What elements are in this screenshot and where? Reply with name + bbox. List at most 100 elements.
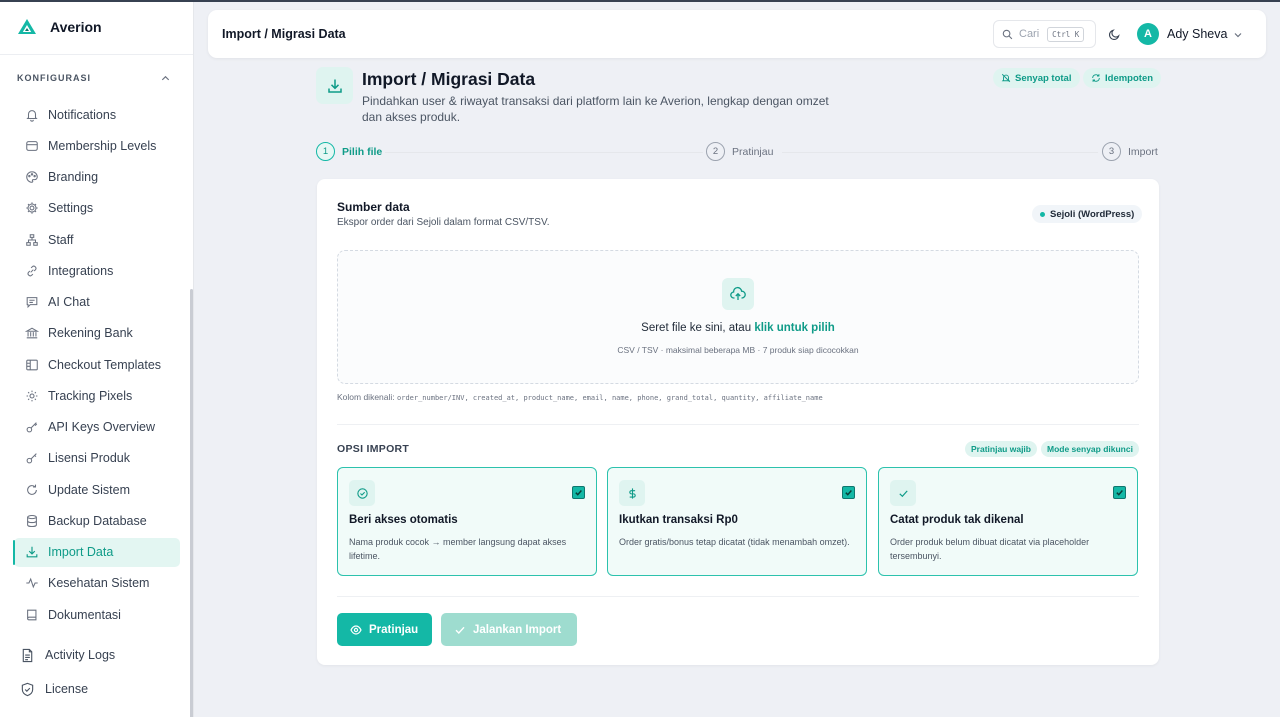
sidebar-item-ai-chat[interactable]: AI Chat: [14, 288, 180, 317]
option-icon-box: [349, 480, 375, 506]
refresh-icon: [27, 484, 37, 495]
user-name[interactable]: Ady Sheva: [1167, 27, 1227, 41]
source-platform-badge[interactable]: Sejoli (WordPress): [1032, 205, 1143, 223]
link-icon: [27, 265, 37, 277]
shield-icon: [21, 682, 34, 696]
sidebar-item-activity-logs[interactable]: Activity Logs: [0, 640, 194, 670]
badge-label: Idempoten: [1105, 72, 1154, 84]
button-label: Pratinjau: [369, 623, 419, 636]
sidebar-item-label: Backup Database: [48, 513, 147, 528]
sidebar-item-label: Kesehatan Sistem: [48, 576, 150, 591]
file-picker-link[interactable]: klik untuk pilih: [754, 322, 835, 334]
brand[interactable]: Averion: [0, 0, 193, 55]
section-label: KONFIGURASI: [17, 73, 91, 83]
sidebar: Averion KONFIGURASI Notifications Member…: [0, 0, 194, 717]
sidebar-item-update-sistem[interactable]: Update Sistem: [14, 475, 180, 504]
dropzone-text: Seret file ke sini, atau klik untuk pili…: [338, 322, 1138, 334]
avatar[interactable]: A: [1137, 23, 1159, 45]
gear-icon: [26, 202, 38, 214]
divider: [337, 596, 1139, 597]
chat-icon: [26, 297, 38, 309]
sidebar-item-label: AI Chat: [48, 295, 90, 309]
sidebar-item-rekening-bank[interactable]: Rekening Bank: [14, 319, 180, 348]
bell-icon: [26, 109, 38, 122]
option-produk-tak-dikenal[interactable]: Catat produk tak dikenal Order produk be…: [878, 467, 1138, 576]
step-pratinjau[interactable]: 2 Pratinjau: [706, 142, 773, 161]
option-transaksi-rp0[interactable]: Ikutkan transaksi Rp0 Order gratis/bonus…: [607, 467, 867, 576]
sidebar-item-branding[interactable]: Branding: [14, 163, 180, 192]
step-import[interactable]: 3 Import: [1102, 142, 1158, 161]
run-import-button[interactable]: Jalankan Import: [441, 613, 577, 646]
search-box[interactable]: Cari Ctrl K: [993, 20, 1096, 48]
dollar-icon: [628, 487, 636, 499]
option-checkbox[interactable]: [842, 486, 855, 499]
section-konfigurasi[interactable]: KONFIGURASI: [0, 56, 193, 100]
sidebar-item-staff[interactable]: Staff: [14, 225, 180, 254]
sidebar-item-integrations[interactable]: Integrations: [14, 256, 180, 285]
step-label: Pratinjau: [732, 145, 774, 158]
badge-senyap-total: Senyap total: [993, 68, 1080, 88]
sidebar-item-tracking-pixels[interactable]: Tracking Pixels: [14, 381, 180, 410]
option-checkbox[interactable]: [1113, 486, 1126, 499]
sidebar-item-notifications[interactable]: Notifications: [14, 100, 180, 129]
step-number: 2: [706, 142, 725, 161]
sidebar-item-lisensi-produk[interactable]: Lisensi Produk: [14, 444, 180, 473]
step-pilih-file[interactable]: 1 Pilih file: [316, 142, 382, 161]
upload-icon-box: [722, 278, 754, 310]
search-placeholder: Cari: [1019, 28, 1040, 40]
database-icon: [27, 514, 37, 527]
option-description: Order produk belum dibuat dicatat via pl…: [890, 537, 1090, 561]
file-dropzone[interactable]: Seret file ke sini, atau klik untuk pili…: [337, 250, 1139, 384]
option-icon-box: [619, 480, 645, 506]
cloud-upload-icon: [730, 286, 746, 300]
option-checkbox[interactable]: [572, 486, 585, 499]
columns-value: order_number/INV, created_at, product_na…: [397, 394, 823, 402]
book-icon: [27, 609, 37, 620]
moon-icon[interactable]: [1108, 28, 1121, 41]
step-label: Pilih file: [342, 145, 383, 158]
sidebar-item-dokumentasi[interactable]: Dokumentasi: [14, 600, 180, 629]
download-icon: [26, 546, 38, 558]
sidebar-item-label: Activity Logs: [45, 648, 116, 662]
page-title: Import / Migrasi Data: [362, 69, 536, 89]
page-description: Pindahkan user & riwayat transaksi dari …: [362, 94, 829, 124]
download-icon: [327, 79, 342, 93]
sidebar-item-settings[interactable]: Settings: [14, 194, 180, 223]
sidebar-item-import-data[interactable]: Import Data: [13, 537, 180, 567]
sidebar-item-kesehatan-sistem[interactable]: Kesehatan Sistem: [14, 569, 180, 598]
source-subtitle: Ekspor order dari Sejoli dalam format CS…: [337, 217, 550, 228]
sidebar-item-api-keys-overview[interactable]: API Keys Overview: [14, 413, 180, 442]
option-title: Ikutkan transaksi Rp0: [619, 514, 738, 526]
sidebar-item-license[interactable]: License: [0, 674, 194, 704]
app-name: Averion: [50, 19, 102, 35]
sidebar-scrollbar[interactable]: [190, 289, 193, 717]
chevron-down-icon[interactable]: [1233, 30, 1243, 40]
sidebar-item-label: License: [45, 682, 89, 696]
step-connector: [782, 152, 1098, 153]
badge-mode-senyap: Mode senyap dikunci: [1041, 441, 1139, 457]
option-description: Order gratis/bonus tetap dicatat (tidak …: [619, 537, 850, 547]
option-title: Beri akses otomatis: [349, 514, 458, 526]
sidebar-item-backup-database[interactable]: Backup Database: [14, 506, 180, 535]
eye-icon: [350, 624, 362, 635]
sidebar-item-checkout-templates[interactable]: Checkout Templates: [14, 350, 180, 379]
options-title: OPSI IMPORT: [337, 443, 410, 455]
window-top-border: [0, 0, 1280, 2]
divider: [337, 424, 1139, 425]
sidebar-item-label: Staff: [48, 232, 74, 247]
sidebar-item-label: Lisensi Produk: [48, 451, 130, 466]
columns-label: Kolom dikenali:: [337, 392, 398, 402]
source-title: Sumber data: [337, 200, 410, 214]
sidebar-item-label: Update Sistem: [48, 482, 130, 497]
sidebar-item-membership-levels[interactable]: Membership Levels: [14, 131, 180, 160]
sun-icon: [26, 390, 38, 402]
file-text-icon: [22, 648, 33, 662]
sidebar-item-label: Notifications: [48, 107, 117, 122]
preview-button[interactable]: Pratinjau: [337, 613, 432, 646]
option-beri-akses[interactable]: Beri akses otomatis Nama produk cocok → …: [337, 467, 597, 576]
activity-icon: [26, 577, 38, 589]
checkmark-icon: [575, 490, 582, 496]
key-icon: [26, 453, 37, 464]
step-label: Import: [1128, 145, 1158, 158]
badge-idempoten: Idempoten: [1083, 68, 1162, 88]
